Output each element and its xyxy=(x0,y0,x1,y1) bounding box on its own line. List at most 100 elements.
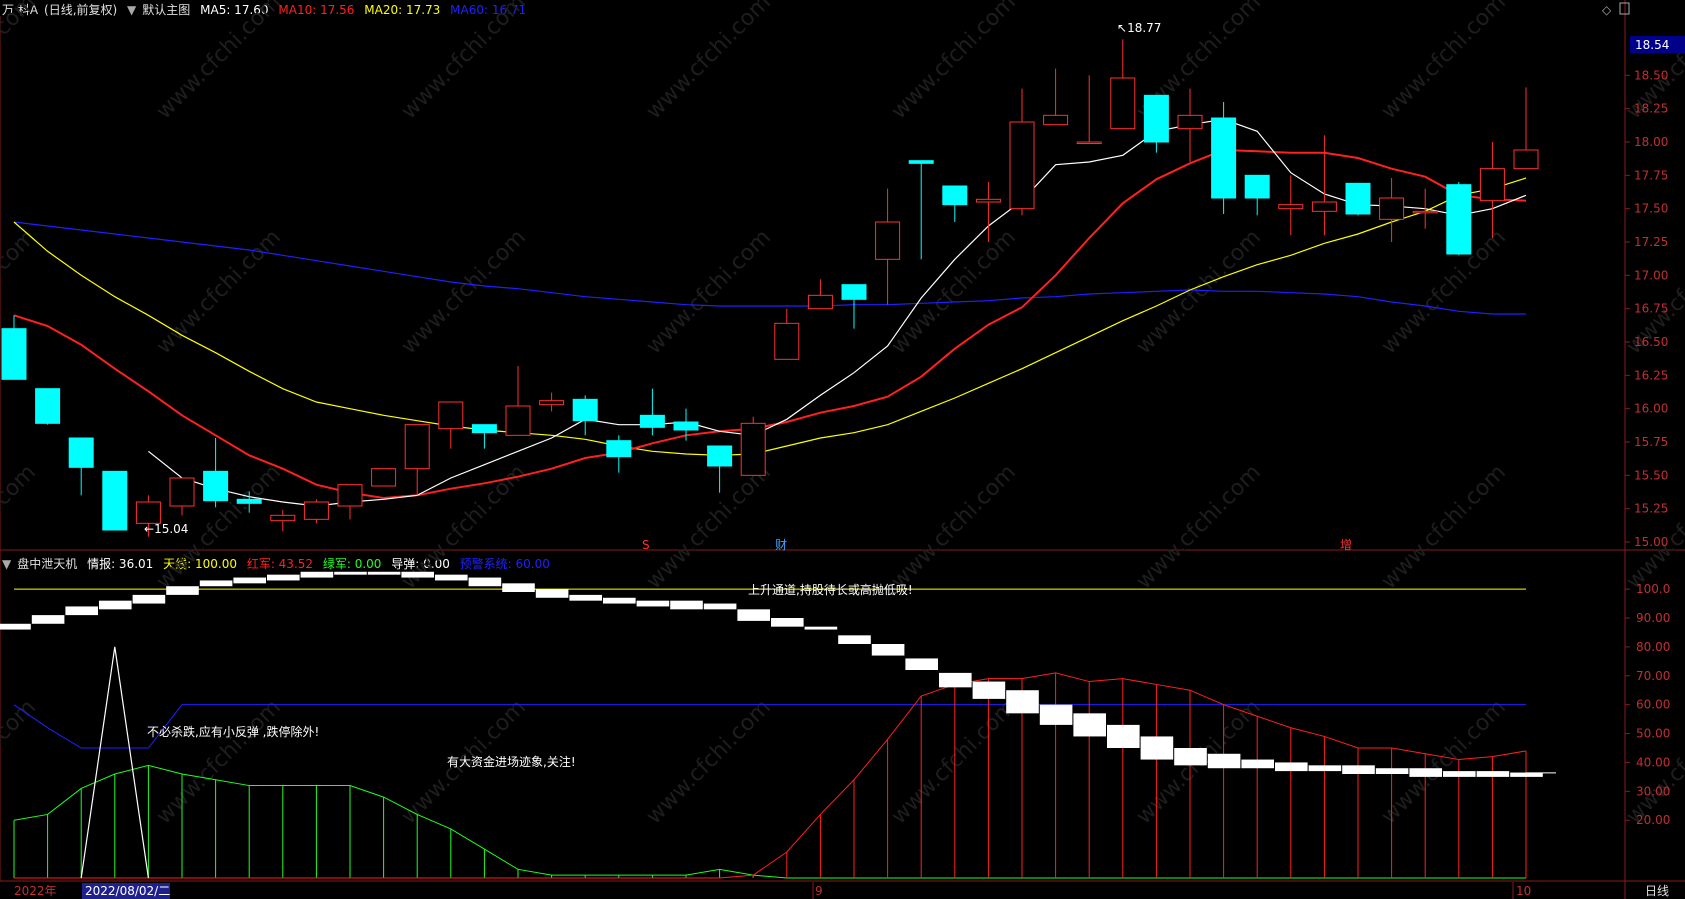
marker-zeng[interactable]: 增 xyxy=(1340,538,1352,552)
candle-body xyxy=(539,400,565,406)
hongjun-line xyxy=(14,672,1527,879)
qingbao-bar xyxy=(31,615,65,624)
candle-down xyxy=(908,160,934,260)
watermark-text: www.cfchi.com xyxy=(1377,0,1511,124)
candle-up xyxy=(505,366,531,436)
qingbao-bar xyxy=(871,644,905,656)
last-price-text: 18.54 xyxy=(1635,38,1669,52)
qingbao-bar xyxy=(1073,713,1106,737)
candle-body xyxy=(203,470,229,502)
candle-up xyxy=(1076,75,1102,144)
high-price-label: ↖18.77 xyxy=(1117,21,1161,35)
price-axis: 18.50 18.25 18.00 17.75 17.50 17.25 17.00 16.75… xyxy=(1625,68,1668,549)
candle-body xyxy=(1009,121,1035,210)
qingbao-bar xyxy=(99,600,132,610)
qingbao-bar xyxy=(804,626,838,630)
candle-body xyxy=(707,445,733,467)
candle-up xyxy=(1513,87,1539,170)
candle-up xyxy=(270,510,296,532)
qingbao-bar xyxy=(636,600,670,607)
candle-down xyxy=(606,435,632,473)
qingbao-bar xyxy=(939,672,972,688)
qingbao-bar xyxy=(401,571,434,578)
candle-up xyxy=(539,392,565,412)
candle-body xyxy=(1513,149,1539,170)
qingbao-bar xyxy=(1140,736,1174,760)
candle-body xyxy=(1076,141,1102,144)
price-tick-label: 18.00 xyxy=(1634,135,1668,149)
qingbao-bar xyxy=(703,603,737,610)
indicator-tick-label: 70.00 xyxy=(1636,669,1670,683)
ma10-polyline xyxy=(13,148,1527,500)
watermark-text: www.cfchi.com xyxy=(152,225,286,359)
candle-body xyxy=(673,421,699,431)
watermark-text: www.cfchi.com xyxy=(152,695,286,829)
kline-chart-svg[interactable]: www.cfchi.com www.cfchi.com www.cfchi.com w… xyxy=(0,0,1685,899)
date-selected[interactable]: 2022/08/02/二 xyxy=(85,884,170,898)
candle-down xyxy=(942,185,968,222)
candle-down xyxy=(707,445,733,493)
diamond-icon[interactable]: ◇ xyxy=(1602,3,1612,17)
qingbao-bar xyxy=(905,658,938,670)
indicator-tick-label: 60.00 xyxy=(1636,698,1670,712)
candle-down xyxy=(1211,102,1237,214)
watermark-text: www.cfchi.com xyxy=(642,695,776,829)
date-year: 2022年 xyxy=(14,884,57,898)
candle-up xyxy=(774,308,800,360)
candle-down xyxy=(102,470,128,531)
candle-body xyxy=(68,437,94,468)
annotation-up-channel: 上升通道,持股待长或高抛低吸! xyxy=(748,582,913,597)
candle-down xyxy=(1446,182,1472,256)
qingbao-bar xyxy=(233,577,266,584)
candle-up xyxy=(438,401,464,449)
low-price-label: ←15.04 xyxy=(144,522,188,536)
qingbao-bar xyxy=(972,681,1006,699)
qingbao-bar xyxy=(603,597,636,604)
candle-down xyxy=(35,388,61,425)
qingbao-bar xyxy=(300,571,334,578)
candle-body xyxy=(169,477,195,507)
candle-down xyxy=(1143,94,1169,153)
qingbao-bar xyxy=(771,618,804,627)
candle-body xyxy=(1,328,27,380)
qingbao-bar xyxy=(1443,771,1476,777)
candle-down xyxy=(639,388,665,436)
indicator-tick-label: 50.00 xyxy=(1636,727,1670,741)
period-label[interactable]: 日线 xyxy=(1645,884,1669,898)
candle-body xyxy=(404,424,430,470)
qingbao-bar xyxy=(1275,762,1308,772)
indicator-tick-label: 20.00 xyxy=(1636,813,1670,827)
qingbao-bar xyxy=(0,623,31,630)
qingbao-bar xyxy=(166,586,199,595)
candle-body xyxy=(102,470,128,531)
qingbao-bar xyxy=(1207,753,1241,769)
indicator-tick-label: 30.00 xyxy=(1636,784,1670,798)
indicator-axis: 100.0 90.00 80.00 70.00 60.00 50.00 40.00 30.00… xyxy=(1625,582,1670,827)
qingbao-bar xyxy=(502,583,535,592)
price-tick-label: 15.25 xyxy=(1634,502,1668,516)
price-tick-label: 17.50 xyxy=(1634,202,1668,216)
marker-cai[interactable]: 财 xyxy=(775,538,787,552)
candle-down xyxy=(1345,182,1371,216)
candle-up xyxy=(404,424,430,496)
watermark-text: www.cfchi.com xyxy=(887,460,1021,594)
qingbao-bar xyxy=(65,606,98,616)
price-tick-label: 18.25 xyxy=(1634,102,1668,116)
candle-up xyxy=(371,468,397,487)
candle-up xyxy=(1110,39,1136,130)
marker-s[interactable]: S xyxy=(642,538,650,552)
qingbao-bar xyxy=(1107,724,1140,748)
qingbao-bar xyxy=(267,574,300,581)
candle-body xyxy=(471,424,497,434)
watermark-text: www.cfchi.com xyxy=(642,225,776,359)
chart-window: 万 科A (日线,前复权) ▼ 默认主图 MA5: 17.60 MA10: 17.5… xyxy=(0,0,1685,899)
qingbao-bar xyxy=(737,609,770,621)
watermark-text: www.cfchi.com xyxy=(1377,225,1511,359)
candle-up xyxy=(303,499,329,524)
candle-up xyxy=(1379,178,1405,242)
annotation-no-kill: 不必杀跌,应有小反弹 ,跌停除外! xyxy=(147,724,319,739)
lvjun-line xyxy=(13,764,1526,879)
qingbao-bar xyxy=(132,594,166,604)
last-price-badge: 18.54 xyxy=(1630,36,1685,53)
candle-body xyxy=(236,498,262,504)
